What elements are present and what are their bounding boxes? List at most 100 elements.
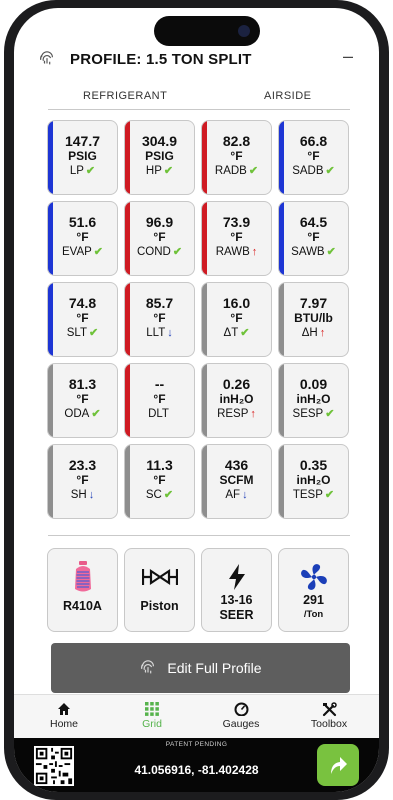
arrow-down-icon: ↓ — [242, 489, 248, 501]
seer-value: 13-16 — [220, 593, 253, 607]
tile-value: 0.26 — [222, 376, 251, 392]
tile-bar — [202, 283, 207, 356]
tile-lp[interactable]: 147.7 PSIG LP ✔ — [47, 120, 118, 195]
tile-resp[interactable]: 0.26 inH₂O RESP ↑ — [201, 363, 272, 438]
tab-toolbox[interactable]: Toolbox — [294, 700, 364, 730]
airflow-value: 291 — [303, 593, 324, 607]
tile-tesp[interactable]: 0.35 inH₂O TESP ✔ — [278, 444, 349, 519]
arrow-up-icon: ↑ — [319, 327, 326, 339]
tile-evap[interactable]: 51.6 °F EVAP ✔ — [47, 201, 118, 276]
dynamic-island — [154, 16, 260, 46]
tile-label: SAWB — [291, 246, 325, 258]
tile-unit: °F — [307, 149, 320, 163]
tab-gauges[interactable]: Gauges — [206, 700, 276, 730]
tile-bar — [202, 364, 207, 437]
tile-value: 66.8 — [299, 133, 328, 149]
check-icon: ✔ — [163, 489, 174, 501]
tile-llt[interactable]: 85.7 °F LLT ↓ — [124, 282, 195, 357]
check-icon: ✔ — [325, 165, 335, 177]
tile-value: 16.0 — [222, 295, 251, 311]
tile-rawb[interactable]: 73.9 °F RAWB ↑ — [201, 201, 272, 276]
tab-label: Home — [49, 718, 78, 730]
metering-card[interactable]: Piston — [124, 548, 195, 632]
seer-label: SEER — [219, 608, 254, 622]
check-icon: ✔ — [248, 165, 259, 177]
tile-dlt[interactable]: -- °F DLT — [124, 363, 195, 438]
tile-unit: °F — [76, 311, 89, 325]
tile-label: SLT — [66, 327, 88, 339]
tile-value: 51.6 — [68, 214, 97, 230]
tile-label: RESP — [217, 408, 249, 420]
tile-value: 85.7 — [145, 295, 174, 311]
tile-hp[interactable]: 304.9 PSIG HP ✔ — [124, 120, 195, 195]
tile-sadb[interactable]: 66.8 °F SADB ✔ — [278, 120, 349, 195]
tile-label: LP — [69, 165, 84, 177]
tile-label: COND — [136, 246, 171, 258]
tile-value: 64.5 — [299, 214, 328, 230]
airflow-unit: /Ton — [303, 609, 324, 620]
tile-unit: BTU/lb — [294, 311, 333, 325]
arrow-up-icon: ↑ — [251, 246, 258, 258]
airflow-card[interactable]: 291 /Ton — [278, 548, 349, 632]
refrigerant-label: R410A — [63, 599, 102, 613]
tile-value: 0.09 — [299, 376, 328, 392]
edit-profile-button[interactable]: Edit Full Profile — [51, 643, 350, 693]
fan-icon — [300, 564, 327, 590]
edit-profile-label: Edit Full Profile — [167, 660, 262, 676]
tile-unit: °F — [230, 311, 243, 325]
tab-grid[interactable]: Grid — [117, 700, 187, 730]
share-arrow-icon — [331, 757, 347, 774]
share-button[interactable] — [317, 744, 359, 786]
efficiency-card[interactable]: 13-16 SEER — [201, 548, 272, 632]
check-icon: ✔ — [91, 408, 101, 420]
metering-label: Piston — [140, 599, 179, 613]
fingerprint-icon[interactable] — [38, 50, 56, 68]
collapse-button[interactable]: – — [343, 46, 353, 67]
measurement-grid: 147.7 PSIG LP ✔ 304.9 PSIG HP ✔ 82.8 °F RADB ✔ 66… — [47, 120, 352, 519]
tile-sawb[interactable]: 64.5 °F SAWB ✔ — [278, 201, 349, 276]
tile-unit: °F — [153, 311, 166, 325]
tile-label: RADB — [214, 165, 247, 177]
tile-sc[interactable]: 11.3 °F SC ✔ — [124, 444, 195, 519]
tile-label: SC — [145, 489, 162, 501]
tile-delta-h[interactable]: 7.97 BTU/lb ΔH ↑ — [278, 282, 349, 357]
tile-label: HP — [145, 165, 162, 177]
check-icon: ✔ — [172, 246, 183, 258]
tile-radb[interactable]: 82.8 °F RADB ✔ — [201, 120, 272, 195]
tile-delta-t[interactable]: 16.0 °F ΔT ✔ — [201, 282, 272, 357]
tile-value: 436 — [224, 457, 249, 473]
section-refrigerant: REFRIGERANT — [83, 90, 168, 102]
tile-slt[interactable]: 74.8 °F SLT ✔ — [47, 282, 118, 357]
tile-label: SESP — [292, 408, 324, 420]
tile-af[interactable]: 436 SCFM AF ↓ — [201, 444, 272, 519]
tile-bar — [279, 202, 284, 275]
phone-frame: PROFILE: 1.5 TON SPLIT – REFRIGERANT AIR… — [4, 0, 389, 800]
camera-icon — [238, 25, 250, 37]
tile-bar — [48, 283, 53, 356]
footer-bar: PATENT PENDING 41.056916, -81.402428 — [14, 738, 379, 792]
check-icon: ✔ — [85, 165, 96, 177]
tile-unit: °F — [153, 392, 166, 406]
tile-label: SADB — [292, 165, 324, 177]
lightning-icon — [228, 564, 245, 590]
tile-unit: °F — [307, 230, 320, 244]
tile-cond[interactable]: 96.9 °F COND ✔ — [124, 201, 195, 276]
tab-home[interactable]: Home — [29, 700, 99, 730]
tile-sh[interactable]: 23.3 °F SH ↓ — [47, 444, 118, 519]
refrigerant-card[interactable]: R410A — [47, 548, 118, 632]
page-title: PROFILE: 1.5 TON SPLIT — [70, 51, 252, 68]
tab-bar: Home Grid Gauges Toolbox — [14, 694, 379, 738]
system-info-cards: R410A Piston 13-16 SEER 291 /Ton — [47, 548, 352, 632]
tile-sesp[interactable]: 0.09 inH₂O SESP ✔ — [278, 363, 349, 438]
arrow-down-icon: ↓ — [88, 489, 95, 501]
tile-label: SH — [70, 489, 87, 501]
tile-bar — [279, 121, 284, 194]
tile-unit: °F — [153, 230, 166, 244]
tile-oda[interactable]: 81.3 °F ODA ✔ — [47, 363, 118, 438]
arrow-up-icon: ↑ — [250, 408, 256, 420]
tile-value: 11.3 — [146, 457, 173, 473]
valve-icon — [141, 568, 178, 586]
tile-unit: °F — [76, 230, 89, 244]
tile-unit: °F — [153, 473, 166, 487]
tile-unit: PSIG — [145, 149, 174, 163]
